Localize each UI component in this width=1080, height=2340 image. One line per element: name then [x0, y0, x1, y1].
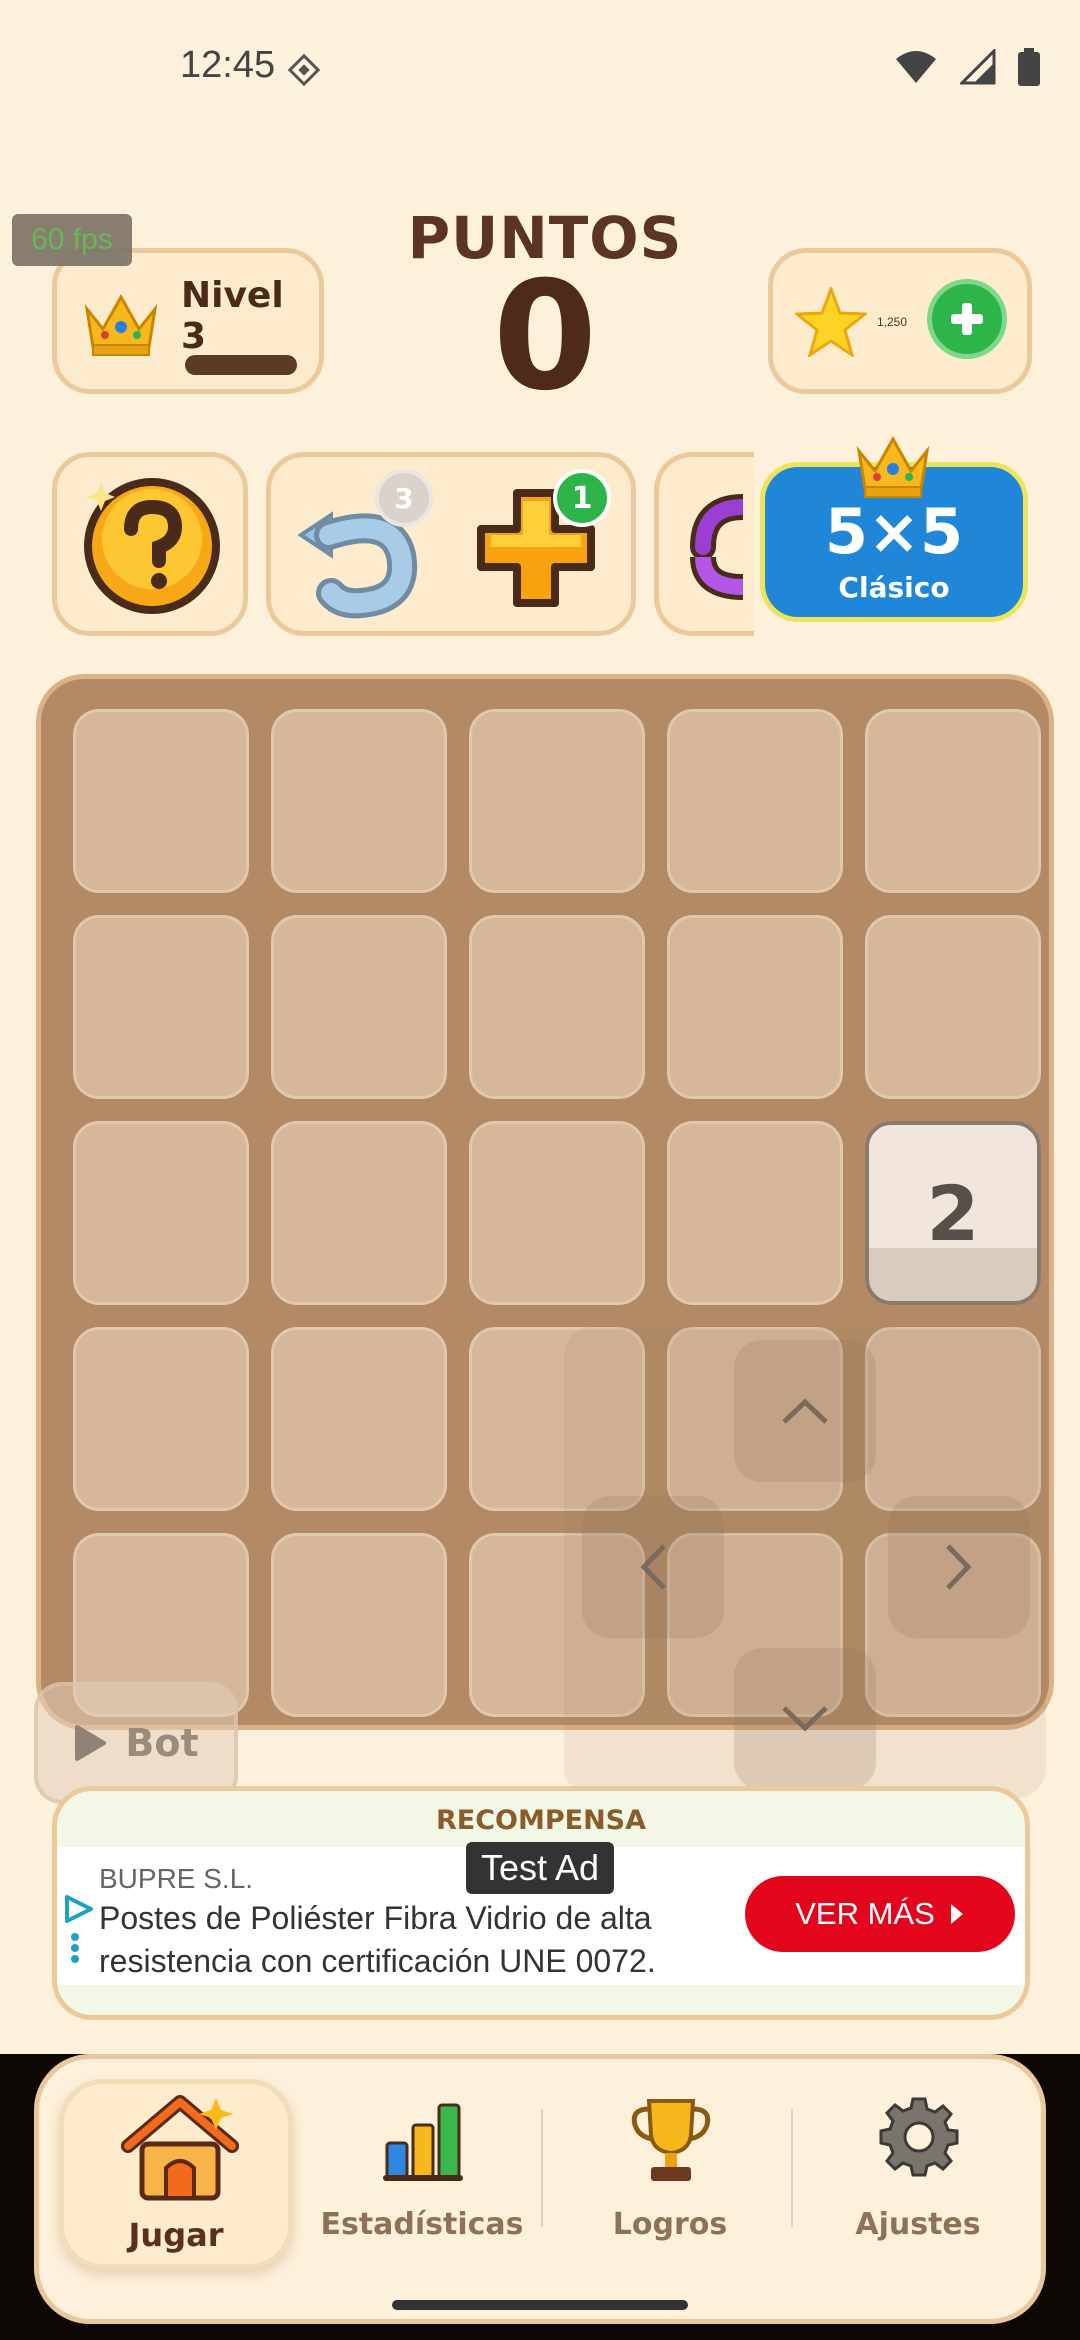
test-ad-badge: Test Ad — [466, 1842, 614, 1894]
battery-icon — [1018, 48, 1040, 86]
board-cell — [73, 709, 249, 893]
nav-divider — [791, 2109, 793, 2227]
adchoices-icon[interactable] — [63, 1893, 95, 1967]
bottom-nav: Jugar Estadísticas Logros Ajustes — [34, 2054, 1046, 2324]
wifi-icon — [896, 51, 936, 83]
ad-cta-label: VER MÁS — [795, 1896, 935, 1931]
board-cell — [271, 1327, 447, 1511]
nav-item-logros[interactable]: Logros — [553, 2079, 787, 2269]
board-cell — [271, 1533, 447, 1717]
hint-button[interactable] — [52, 452, 248, 636]
caret-right-icon — [950, 1904, 963, 1924]
tool-group: 3 1 — [266, 452, 636, 636]
tile: 2 — [865, 1121, 1041, 1305]
dpad — [564, 1326, 1046, 1798]
chevron-right-icon — [946, 1544, 972, 1590]
signal-icon — [960, 49, 996, 85]
nav-divider — [541, 2109, 543, 2227]
star-icon — [792, 284, 870, 361]
currency-amount: 1,250 — [877, 315, 908, 329]
left-button[interactable] — [582, 1496, 724, 1638]
currency-card: 1,250 — [768, 248, 1032, 394]
board-cell — [73, 915, 249, 1099]
nav-label-logros: Logros — [612, 2207, 728, 2242]
nav-item-estadisticas[interactable]: Estadísticas — [305, 2079, 539, 2269]
status-icons — [894, 48, 1040, 86]
plus-icon — [951, 303, 983, 335]
board-cell — [469, 915, 645, 1099]
nav-label-ajustes: Ajustes — [855, 2207, 981, 2242]
status-time: 12:45 — [180, 44, 276, 86]
mode-badge[interactable]: 5×5 Clásico — [760, 435, 1028, 622]
mode-subtitle: Clásico — [838, 571, 950, 604]
play-icon — [75, 1725, 107, 1761]
mode-title: 5×5 — [824, 495, 964, 568]
board-cell — [73, 1327, 249, 1511]
trophy-icon — [631, 2099, 711, 2181]
debug-icon — [286, 52, 322, 92]
bot-label: Bot — [125, 1721, 199, 1765]
right-button[interactable] — [888, 1496, 1030, 1638]
board-cell — [865, 709, 1041, 893]
board-cell — [667, 709, 843, 893]
nav-label-jugar: Jugar — [128, 2216, 224, 2254]
ad-advertiser: BUPRE S.L. — [99, 1863, 254, 1894]
board-cell — [865, 915, 1041, 1099]
nav-item-jugar[interactable]: Jugar — [59, 2079, 293, 2269]
board-cell — [469, 1121, 645, 1305]
nav-item-ajustes[interactable]: Ajustes — [801, 2079, 1035, 2269]
undo-count-badge: 3 — [375, 469, 433, 527]
board-cell — [667, 1121, 843, 1305]
house-icon — [121, 2095, 239, 2201]
home-indicator[interactable] — [392, 2300, 688, 2310]
chevron-left-icon — [640, 1544, 666, 1590]
add-currency-button[interactable] — [927, 279, 1007, 359]
ad-text: Postes de Poliéster Fibra Vidrio de alta… — [99, 1900, 656, 1979]
board-cell — [73, 1121, 249, 1305]
ad-banner[interactable]: RECOMPENSA BUPRE S.L. Postes de Poliéste… — [52, 1786, 1030, 2020]
ad-cta-button[interactable]: VER MÁS — [745, 1876, 1015, 1952]
board-cell — [271, 915, 447, 1099]
nav-label-estadisticas: Estadísticas — [320, 2207, 524, 2242]
chevron-up-icon — [782, 1398, 828, 1424]
question-icon — [79, 473, 225, 623]
add-count-badge: 1 — [553, 469, 611, 527]
chevron-down-icon — [782, 1706, 828, 1732]
fps-counter: 60 fps — [12, 214, 132, 266]
down-button[interactable] — [734, 1648, 876, 1790]
board-cell — [667, 915, 843, 1099]
shuffle-button[interactable] — [654, 452, 754, 636]
gear-icon — [879, 2097, 959, 2177]
ad-reward-label: RECOMPENSA — [435, 1805, 647, 1836]
crown-icon — [853, 431, 933, 505]
board-cell — [271, 709, 447, 893]
up-button[interactable] — [734, 1340, 876, 1482]
board-cell — [469, 709, 645, 893]
shuffle-icon — [683, 487, 743, 607]
bar-chart-icon — [383, 2103, 463, 2181]
board-cell — [271, 1121, 447, 1305]
